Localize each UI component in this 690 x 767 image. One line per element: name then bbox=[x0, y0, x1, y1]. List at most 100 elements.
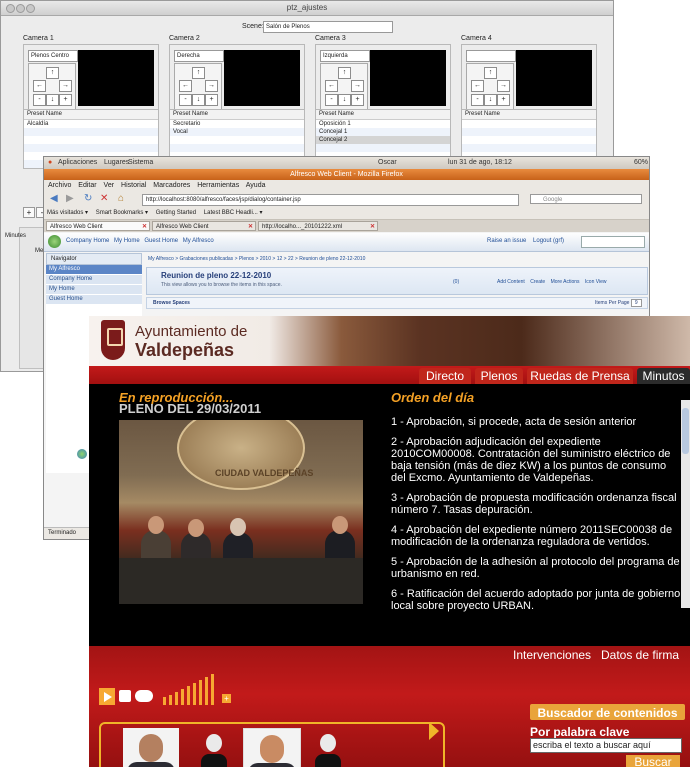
volume-bar[interactable] bbox=[193, 683, 196, 705]
preset-row[interactable] bbox=[24, 136, 158, 144]
preset-row[interactable] bbox=[170, 144, 304, 152]
url-field[interactable]: http://localhost:8080/alfresco/faces/jsp… bbox=[142, 194, 519, 206]
preset-row[interactable]: Concejal 2 bbox=[316, 136, 450, 144]
gnome-foot-icon[interactable]: ● bbox=[48, 158, 52, 168]
volume-bar[interactable] bbox=[181, 689, 184, 705]
pan-right-button[interactable]: → bbox=[59, 80, 72, 92]
breadcrumb[interactable]: My Alfresco > Grabaciones publicadas > P… bbox=[148, 256, 365, 262]
menu-marcadores[interactable]: Marcadores bbox=[153, 182, 190, 189]
browse-spaces-title[interactable]: Browse Spaces bbox=[153, 298, 190, 308]
tilt-down-button[interactable]: ↓ bbox=[46, 94, 59, 106]
speaker-placeholder-icon[interactable] bbox=[315, 734, 341, 767]
menu-ver[interactable]: Ver bbox=[104, 182, 115, 189]
zoom-out-button[interactable]: - bbox=[33, 94, 46, 106]
tab-directo[interactable]: Directo bbox=[419, 368, 471, 384]
preset-row[interactable] bbox=[24, 128, 158, 136]
search-button[interactable]: Buscar bbox=[626, 755, 680, 767]
menu-system[interactable]: Sistema bbox=[128, 158, 153, 168]
bookmark-smart[interactable]: Smart Bookmarks ▾ bbox=[96, 210, 148, 216]
preset-row[interactable]: Secretario bbox=[170, 120, 304, 128]
nav-item-guest-home[interactable]: Guest Home bbox=[46, 295, 142, 305]
forward-icon[interactable]: ▶ bbox=[66, 193, 74, 205]
stop-icon[interactable]: ✕ bbox=[100, 193, 108, 205]
alfresco-search-input[interactable] bbox=[581, 236, 645, 248]
zoom-out-button[interactable]: - bbox=[325, 94, 338, 106]
agenda-item[interactable]: 3 - Aprobación de propuesta modificación… bbox=[391, 492, 681, 516]
preset-row[interactable]: Oposición 1 bbox=[316, 120, 450, 128]
bookmark-most-visited[interactable]: Más visitados ▾ bbox=[47, 210, 88, 216]
volume-up-button[interactable]: + bbox=[222, 694, 231, 703]
agenda-item[interactable]: 4 - Aprobación del expediente número 201… bbox=[391, 524, 681, 548]
camera-name-field[interactable]: Plenos Centro bbox=[28, 50, 78, 62]
scene-field[interactable]: Salón de Plenos bbox=[263, 21, 393, 33]
link-my-home[interactable]: My Home bbox=[114, 238, 140, 244]
pan-left-button[interactable]: ← bbox=[471, 80, 484, 92]
preset-row[interactable] bbox=[462, 144, 596, 152]
tilt-up-button[interactable]: ↑ bbox=[46, 67, 59, 79]
close-tab-icon[interactable]: ✕ bbox=[142, 222, 147, 230]
keyword-input[interactable]: escriba el texto a buscar aquí bbox=[530, 738, 682, 753]
tab-plenos[interactable]: Plenos bbox=[475, 368, 523, 384]
tab-xml[interactable]: http://localho..._20101222.xml ✕ bbox=[258, 221, 378, 231]
camera-name-field[interactable]: Izquierda bbox=[320, 50, 370, 62]
preset-row[interactable] bbox=[316, 144, 450, 152]
add-content-button[interactable]: Add Content bbox=[497, 279, 525, 285]
pan-right-button[interactable]: → bbox=[497, 80, 510, 92]
tilt-down-button[interactable]: ↓ bbox=[192, 94, 205, 106]
zoom-out-button[interactable]: - bbox=[179, 94, 192, 106]
tab-minutos[interactable]: Minutos bbox=[637, 368, 690, 384]
tab-alfresco-1[interactable]: Alfresco Web Client ✕ bbox=[46, 221, 150, 231]
play-icon[interactable] bbox=[99, 688, 115, 705]
tab-intervenciones[interactable]: Intervenciones bbox=[513, 648, 591, 662]
preset-row[interactable]: Concejal 1 bbox=[316, 128, 450, 136]
more-actions-menu[interactable]: More Actions bbox=[551, 279, 580, 285]
pan-right-button[interactable]: → bbox=[351, 80, 364, 92]
speaker-placeholder-icon[interactable] bbox=[201, 734, 227, 767]
scroll-thumb[interactable] bbox=[682, 408, 689, 454]
camera-icon[interactable] bbox=[135, 690, 153, 702]
agenda-item[interactable]: 5 - Aprobación de la adhesión al protoco… bbox=[391, 556, 681, 580]
tilt-up-button[interactable]: ↑ bbox=[192, 67, 205, 79]
pan-left-button[interactable]: ← bbox=[33, 80, 46, 92]
bookmark-bbc[interactable]: Latest BBC Headli... ▾ bbox=[204, 210, 263, 216]
menu-historial[interactable]: Historial bbox=[121, 182, 146, 189]
tab-datos-de-firma[interactable]: Datos de firma bbox=[601, 648, 679, 662]
home-icon[interactable]: ⌂ bbox=[118, 193, 124, 205]
tilt-down-button[interactable]: ↓ bbox=[484, 94, 497, 106]
items-per-page-field[interactable]: 9 bbox=[630, 299, 642, 307]
agenda-item[interactable]: 6 - Ratificación del acuerdo adoptado po… bbox=[391, 588, 681, 612]
tilt-up-button[interactable]: ↑ bbox=[484, 67, 497, 79]
back-icon[interactable]: ◀ bbox=[50, 193, 58, 205]
volume-bar[interactable] bbox=[211, 674, 214, 705]
volume-bar[interactable] bbox=[205, 677, 208, 705]
link-logout[interactable]: Logout (grf) bbox=[533, 238, 564, 244]
bookmark-getting-started[interactable]: Getting Started bbox=[156, 210, 196, 216]
tab-minutes[interactable]: Minutes bbox=[5, 233, 26, 239]
preset-row[interactable] bbox=[24, 144, 158, 152]
preset-row[interactable] bbox=[462, 128, 596, 136]
tilt-down-button[interactable]: ↓ bbox=[338, 94, 351, 106]
nav-item-my-home[interactable]: My Home bbox=[46, 285, 142, 295]
camera-name-field[interactable]: Derecha bbox=[174, 50, 224, 62]
pan-left-button[interactable]: ← bbox=[325, 80, 338, 92]
zoom-in-button[interactable]: + bbox=[205, 94, 218, 106]
zoom-out-button[interactable]: - bbox=[471, 94, 484, 106]
stop-icon[interactable] bbox=[119, 690, 131, 702]
volume-bar[interactable] bbox=[199, 680, 202, 705]
volume-bar[interactable] bbox=[175, 692, 178, 705]
user-name[interactable]: Oscar bbox=[378, 158, 397, 168]
nav-item-my-alfresco[interactable]: My Alfresco bbox=[46, 265, 142, 275]
speaker-photo[interactable] bbox=[123, 728, 179, 767]
zoom-in-button[interactable]: + bbox=[351, 94, 364, 106]
preset-row[interactable]: Alcaldía bbox=[24, 120, 158, 128]
preset-row[interactable] bbox=[462, 120, 596, 128]
pan-left-button[interactable]: ← bbox=[179, 80, 192, 92]
search-input[interactable]: Google bbox=[530, 194, 642, 204]
zoom-in-button[interactable]: + bbox=[497, 94, 510, 106]
menu-applications[interactable]: Aplicaciones bbox=[58, 158, 97, 168]
link-guest-home[interactable]: Guest Home bbox=[144, 238, 178, 244]
agenda-item[interactable]: 2 - Aprobación adjudicación del expedien… bbox=[391, 436, 681, 484]
menu-herramientas[interactable]: Herramientas bbox=[197, 182, 239, 189]
agenda-scrollbar[interactable] bbox=[681, 400, 690, 608]
clock[interactable]: lun 31 de ago, 18:12 bbox=[448, 158, 512, 168]
